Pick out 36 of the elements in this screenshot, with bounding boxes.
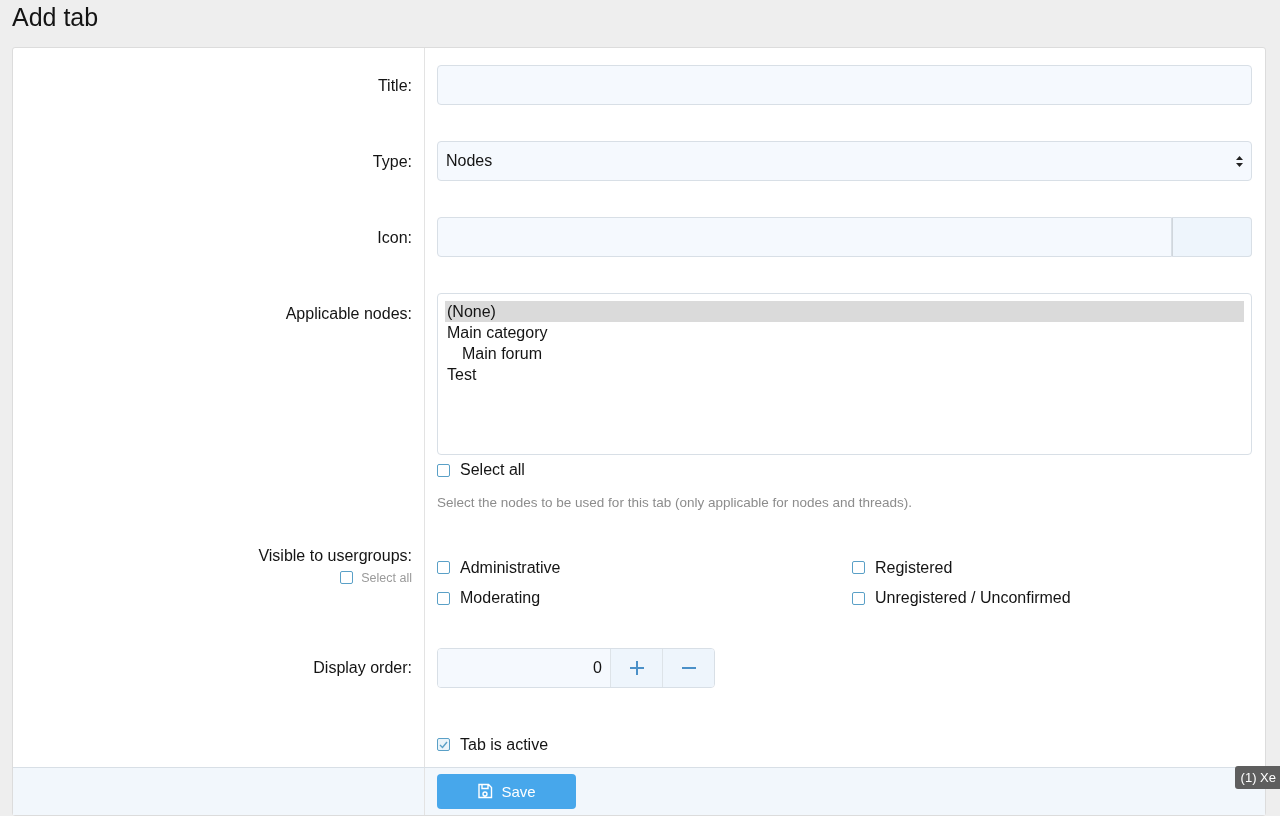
minus-icon — [681, 666, 696, 669]
checkbox[interactable] — [437, 463, 450, 477]
field-label: Type: — [372, 153, 412, 171]
checkbox[interactable] — [437, 561, 450, 574]
display-order-field[interactable]: 0 — [437, 647, 715, 688]
checkbox-label: Administrative — [460, 558, 561, 577]
field-label: Visible to usergroups: — [258, 546, 412, 565]
checkbox-label: Select all — [361, 570, 412, 585]
title-field[interactable] — [437, 65, 1252, 105]
list-option[interactable]: Main category — [445, 322, 1244, 343]
plus-icon — [629, 660, 644, 675]
list-option[interactable]: Test — [445, 364, 1244, 385]
increment-button[interactable] — [610, 648, 662, 687]
field-label: Display order: — [313, 658, 412, 677]
list-option[interactable]: Main forum — [445, 343, 1244, 364]
tooltip: (1) Xe — [1234, 766, 1280, 789]
checkbox-label: Registered — [875, 558, 953, 577]
checkbox-label: Unregistered / Unconfirmed — [875, 589, 1071, 607]
field-label: Icon: — [377, 229, 412, 247]
checkbox[interactable] — [852, 591, 865, 605]
list-option[interactable]: (None) — [445, 301, 1244, 322]
dropdown-arrows-icon — [1236, 155, 1243, 167]
field-hint: Select the nodes to be used for this tab (only applicable for nodes and threads). — [437, 494, 914, 510]
checkbox[interactable] — [852, 561, 865, 574]
checkbox[interactable] — [437, 738, 450, 751]
page-title: Add tab — [11, 2, 100, 33]
field-label: Applicable nodes: — [285, 305, 412, 323]
field-label: Title: — [377, 77, 412, 95]
checkbox-label: Moderating — [460, 589, 541, 607]
checkbox[interactable] — [340, 571, 354, 584]
checkbox[interactable] — [437, 591, 450, 605]
icon-field[interactable] — [437, 217, 1172, 257]
nodes-listbox[interactable]: (None) Main category Main forum Test — [437, 293, 1252, 455]
checkbox-label: Tab is active — [460, 735, 549, 754]
type-dropdown[interactable]: Nodes — [437, 141, 1252, 181]
checkbox-label: Select all — [460, 461, 525, 479]
